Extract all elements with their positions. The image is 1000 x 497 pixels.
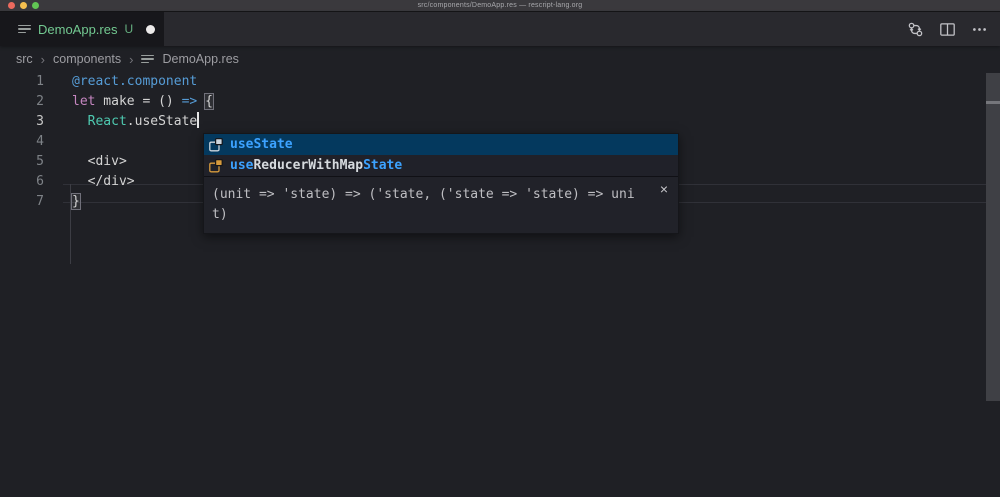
titlebar: src/components/DemoApp.res — rescript-la… [0, 0, 1000, 12]
line-content: @react.component [72, 72, 197, 92]
compare-changes-icon[interactable] [906, 20, 924, 38]
window-title: src/components/DemoApp.res — rescript-la… [0, 2, 1000, 9]
line-content: let make = () => { [72, 92, 213, 112]
close-icon[interactable]: × [660, 182, 668, 196]
line-content: </div> [72, 172, 135, 192]
autocomplete-popup: useState useReducerWithMapState (unit => … [203, 133, 679, 234]
vertical-scrollbar[interactable] [986, 73, 1000, 401]
file-icon [141, 55, 155, 64]
code-line-2[interactable]: 2 let make = () => { [0, 92, 1000, 112]
line-content: React.useState [72, 112, 199, 132]
git-untracked-badge: U [124, 22, 133, 36]
line-number: 6 [0, 172, 44, 192]
modified-dot-icon[interactable] [146, 25, 155, 34]
editor-actions [906, 12, 988, 46]
breadcrumb-item-src[interactable]: src [16, 52, 33, 66]
suggestion-usereducerwithmapstate[interactable]: useReducerWithMapState [204, 155, 678, 176]
text-cursor [197, 112, 199, 128]
overview-ruler-cursor-mark [986, 101, 1000, 104]
line-number: 1 [0, 72, 44, 92]
line-content: <div> [72, 152, 127, 172]
suggestion-label: useReducerWithMapState [230, 158, 402, 173]
line-number: 2 [0, 92, 44, 112]
suggestion-usestate[interactable]: useState [204, 134, 678, 155]
suggestion-label: useState [230, 137, 293, 152]
vscode-window: src/components/DemoApp.res — rescript-la… [0, 0, 1000, 497]
file-icon [18, 25, 32, 34]
chevron-right-icon: › [129, 52, 133, 67]
breadcrumb-item-components[interactable]: components [53, 52, 121, 66]
suggestion-doc-panel: (unit => 'state) => ('state, ('state => … [204, 176, 678, 233]
symbol-module-icon [208, 158, 224, 174]
tab-demoapp-res[interactable]: DemoApp.res U [0, 12, 164, 46]
line-number: 3 [0, 112, 44, 132]
breadcrumb: src › components › DemoApp.res [0, 46, 1000, 72]
line-number: 7 [0, 192, 44, 212]
type-signature: (unit => 'state) => ('state, ('state => … [212, 185, 638, 225]
breadcrumb-file-label: DemoApp.res [162, 52, 238, 66]
line-number: 5 [0, 152, 44, 172]
line-content: } [72, 192, 80, 212]
tab-label: DemoApp.res [38, 22, 117, 37]
tab-bar: DemoApp.res U [0, 12, 1000, 46]
code-line-3[interactable]: 3 React.useState [0, 112, 1000, 132]
split-editor-icon[interactable] [938, 20, 956, 38]
suggestion-list: useState useReducerWithMapState [204, 134, 678, 176]
line-number: 4 [0, 132, 44, 152]
more-actions-icon[interactable] [970, 20, 988, 38]
chevron-right-icon: › [41, 52, 45, 67]
breadcrumb-item-demoapp-res[interactable]: DemoApp.res [141, 52, 238, 66]
symbol-module-icon [208, 137, 224, 153]
code-line-1[interactable]: 1 @react.component [0, 72, 1000, 92]
